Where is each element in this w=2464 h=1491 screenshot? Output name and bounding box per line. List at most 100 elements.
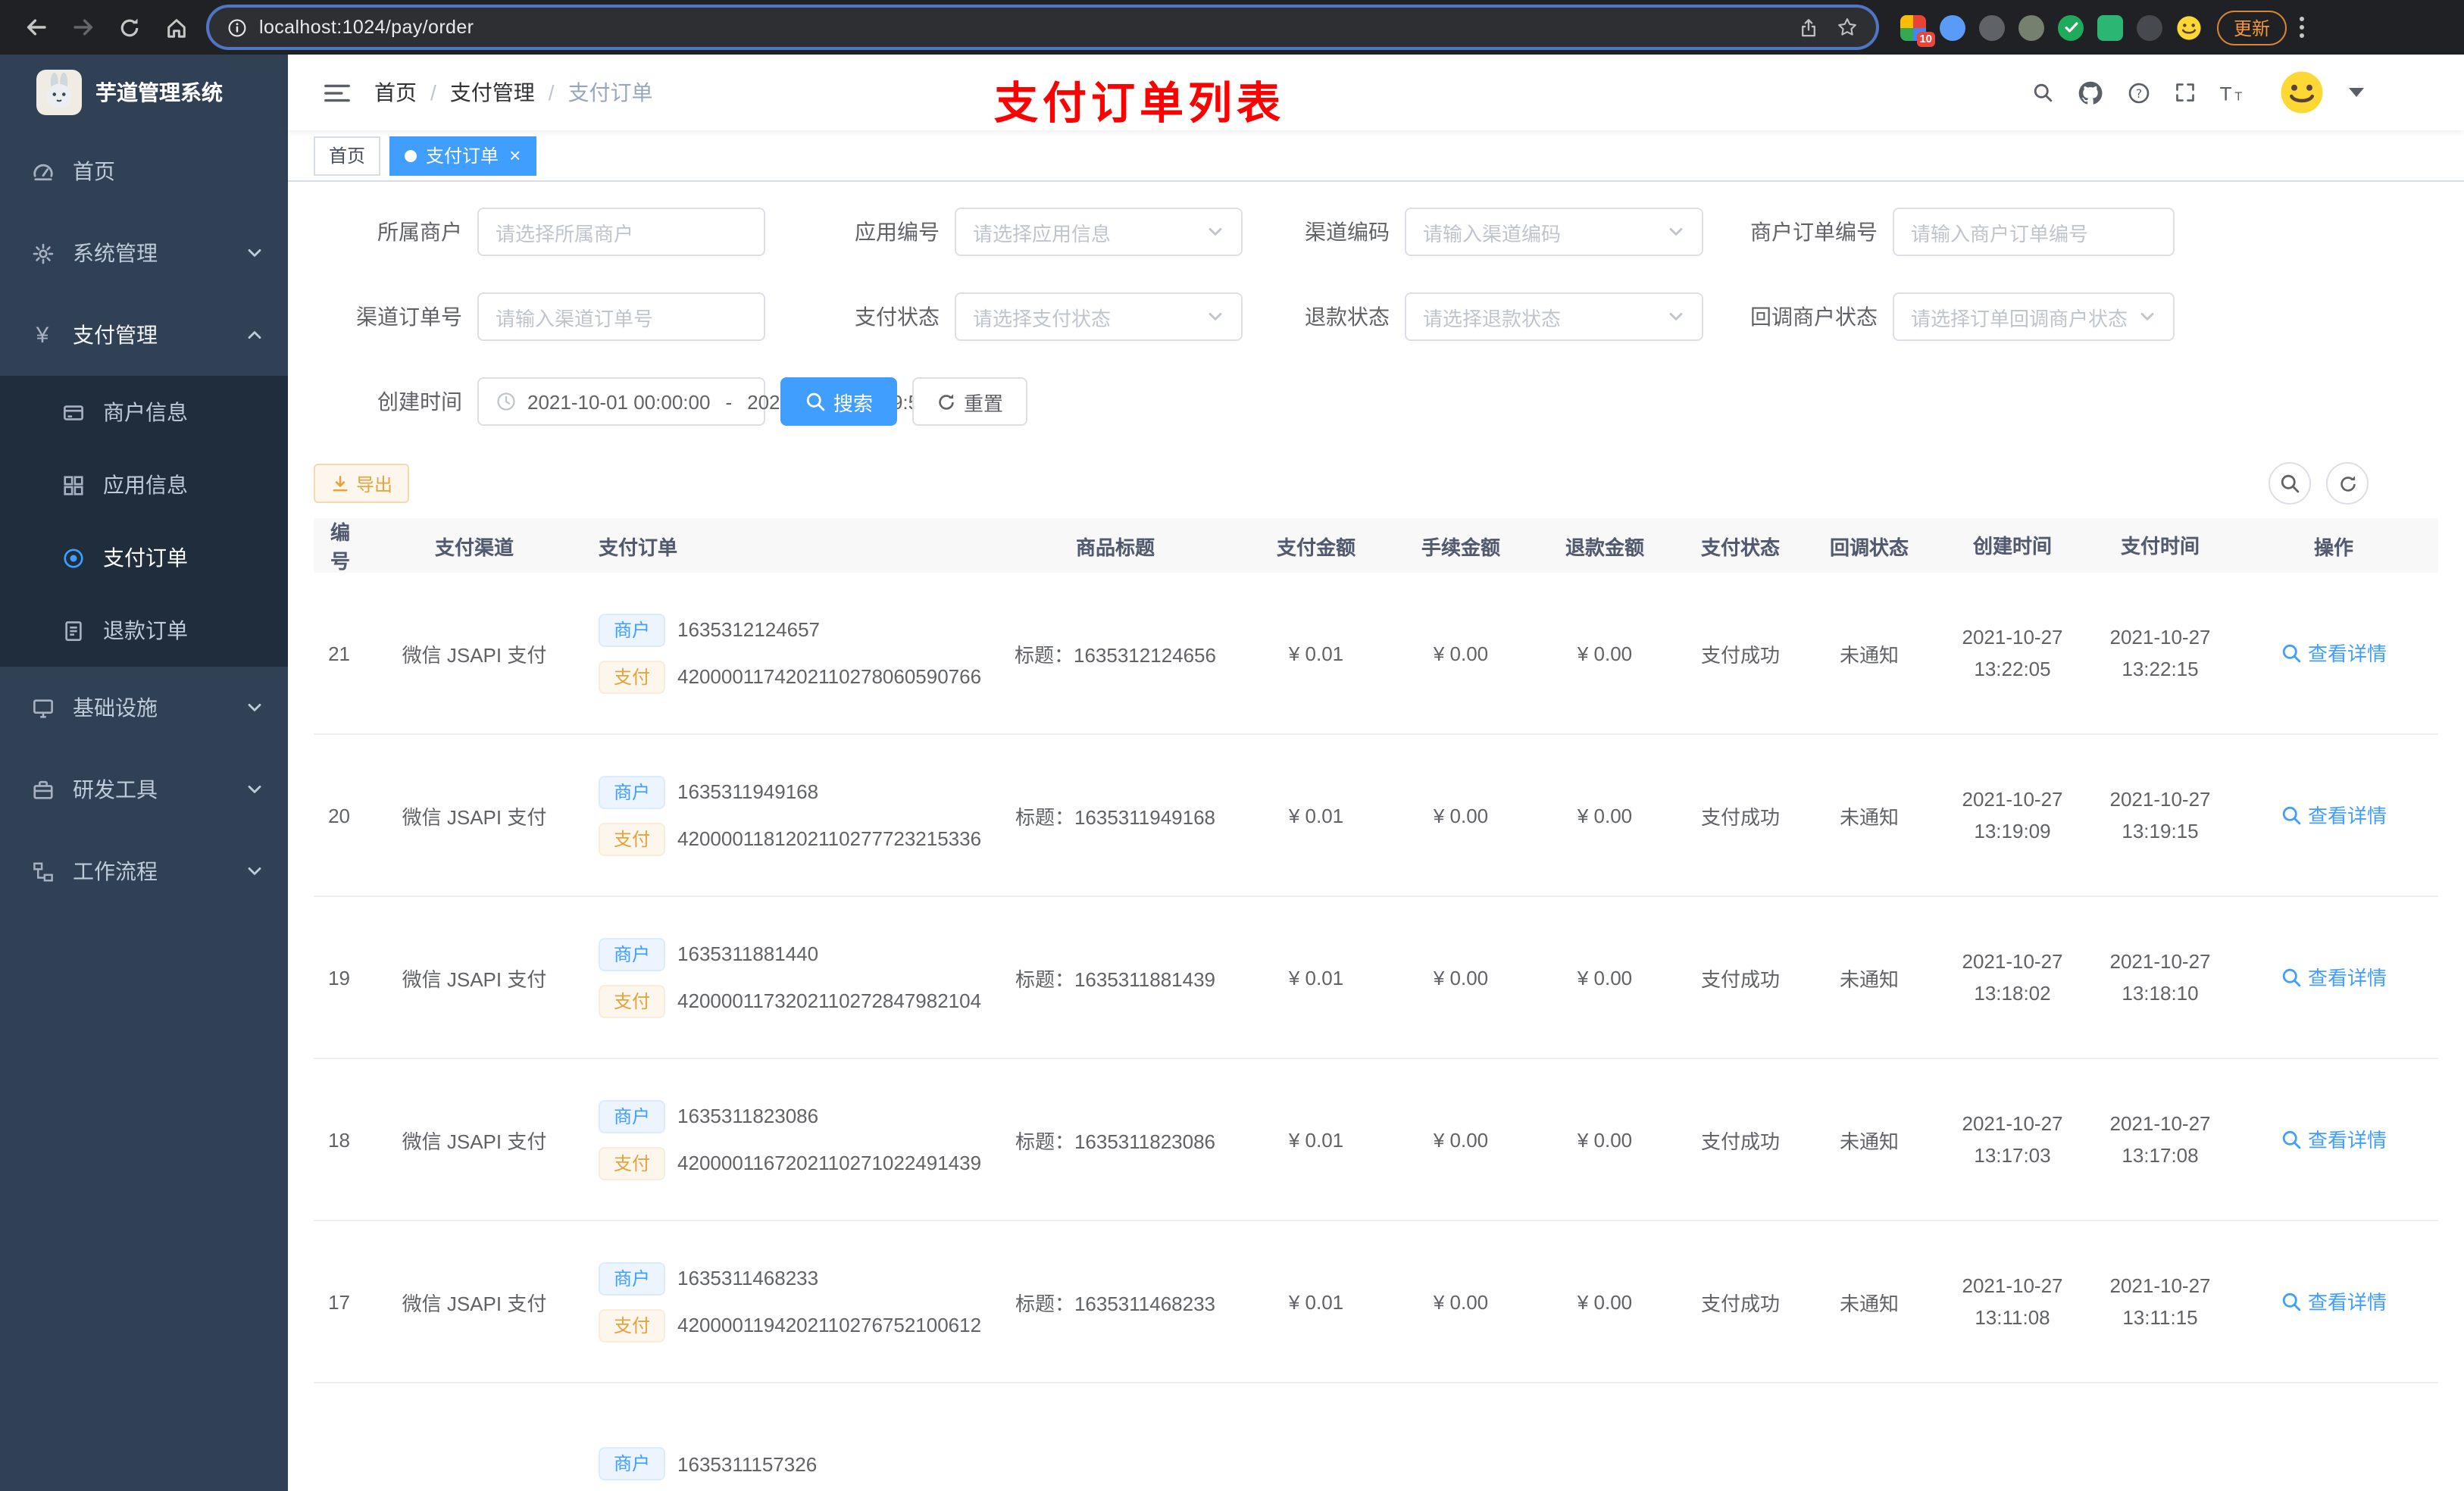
extension-dark-icon[interactable] [2137,14,2162,40]
sidebar-item-refund-order[interactable]: 退款订单 [0,594,288,667]
grid-icon [61,474,85,496]
placeholder-text: 请选择所属商户 [496,222,634,245]
address-bar[interactable]: localhost:1024/pay/order [209,8,1876,47]
reset-button[interactable]: 重置 [912,377,1028,426]
fullscreen-icon[interactable] [2175,82,2196,103]
cell-amount: ¥ 0.01 [1288,1128,1344,1151]
chevron-down-icon [245,699,264,717]
filter-field-merchant: 所属商户 请选择所属商户 [314,208,765,256]
sidebar-item-system[interactable]: 系统管理 [0,212,288,294]
search-button[interactable] [2269,462,2311,505]
cell-pay-time: 2021-10-27 13:22:15 [2091,621,2229,685]
breadcrumb-item[interactable]: 支付管理 [450,77,535,108]
site-info-icon[interactable] [227,17,247,37]
question-icon[interactable]: ? [2128,81,2150,104]
refresh-button[interactable] [2326,462,2369,505]
reload-icon[interactable] [109,7,150,48]
cell-action: 查看详情 [2229,801,2438,830]
hamburger-icon[interactable] [309,81,365,104]
view-detail-link[interactable]: 查看详情 [2281,963,2387,992]
merchant-order-no: 1635311468233 [677,1267,819,1289]
merchant-order-no-input[interactable]: 请输入商户订单编号 [1893,208,2175,256]
cell-id: 21 [328,642,350,664]
pay-tag: 支付 [599,660,666,693]
sidebar-item-pay-order[interactable]: 支付订单 [0,521,288,594]
sidebar-item-app-info[interactable]: 应用信息 [0,449,288,521]
view-detail-link[interactable]: 查看详情 [2281,639,2387,667]
extension-gray-icon[interactable] [1979,14,2005,40]
close-icon[interactable]: × [509,145,521,165]
refund-status-select[interactable]: 请选择退款状态 [1405,292,1703,341]
extension-olive-icon[interactable] [2018,14,2044,40]
tab-pay-order[interactable]: 支付订单 × [389,136,536,175]
export-button-label: 导出 [356,474,393,495]
cell-create-time: 2021-10-27 13:22:05 [1934,621,2091,685]
view-detail-link[interactable]: 查看详情 [2281,801,2387,830]
github-icon[interactable] [2078,80,2103,105]
extension-green-check-icon[interactable] [2058,14,2084,40]
create-time-range-input[interactable]: 2021-10-01 00:00:00 - 2021-10-31 23:59:5… [477,377,930,426]
pay-tag: 支付 [599,1308,666,1342]
search-icon[interactable] [2032,82,2053,103]
share-icon[interactable] [1799,17,1818,37]
sidebar-item-merchant-info[interactable]: 商户信息 [0,376,288,449]
column-header: 支付金额 [1276,536,1356,558]
tab-home[interactable]: 首页 [314,136,381,175]
caret-down-icon[interactable] [2349,88,2364,97]
cell-pay-status: 支付成功 [1700,643,1780,666]
view-detail-link[interactable]: 查看详情 [2281,1287,2387,1316]
pay-order-line: 支付 4200001181202110277723215336 [599,821,987,857]
time-line: 13:11:08 [1975,1306,2050,1329]
time-line: 2021-10-27 [1962,1112,2063,1135]
table-body: 21 微信 JSAPI 支付 商户 1635312124657 支付 4200001174… [314,573,2438,1491]
export-button[interactable]: 导出 [314,464,410,503]
merchant-input[interactable]: 请选择所属商户 [477,208,765,256]
extension-colorful-icon[interactable]: 10 [1900,14,1935,46]
chevron-down-icon [1200,308,1224,326]
sidebar-item-home[interactable]: 首页 [0,130,288,212]
pay-status-select[interactable]: 请选择支付状态 [955,292,1243,341]
cell-pay-status: 支付成功 [1700,1292,1780,1314]
pay-order-line: 支付 4200001194202110276752100612 [599,1307,987,1343]
extension-emoji-icon[interactable] [2176,14,2202,40]
update-button[interactable]: 更新 [2217,10,2287,45]
filter-label: 支付状态 [855,305,940,329]
cell-create-time: 2021-10-27 13:17:03 [1934,1108,2091,1171]
cell-create-time: 2021-10-27 13:11:08 [1934,1270,2091,1333]
sidebar-item-infra[interactable]: 基础设施 [0,667,288,749]
channel-order-no-input[interactable]: 请输入渠道订单号 [477,292,765,341]
back-icon[interactable] [15,7,56,48]
table-row: 21 微信 JSAPI 支付 商户 1635312124657 支付 4200001174… [314,573,2438,735]
breadcrumb-item[interactable]: 首页 [374,77,417,108]
sidebar-item-label: 应用信息 [103,473,188,497]
browser-menu-icon[interactable] [2299,15,2305,39]
filter-field-channel-order-no: 渠道订单号 请输入渠道订单号 [314,292,765,341]
merchant-order-line: 商户 1635311823086 [599,1098,987,1134]
view-detail-link[interactable]: 查看详情 [2281,1125,2387,1154]
sidebar-item-workflow[interactable]: 工作流程 [0,830,288,912]
sidebar-item-pay[interactable]: ¥ 支付管理 [0,294,288,376]
sidebar-item-devtools[interactable]: 研发工具 [0,749,288,830]
star-icon[interactable] [1837,17,1858,38]
avatar[interactable] [2279,70,2325,115]
cell-pay-order: 商户 1635311949168 支付 42000011812021102777232… [583,763,987,867]
extension-green-square-icon[interactable] [2097,14,2123,40]
view-detail-label: 查看详情 [2307,642,2387,666]
time-line: 13:11:15 [2122,1306,2198,1329]
pay-order-line: 支付 4200001173202110272847982104 [599,983,987,1019]
font-size-icon[interactable]: TT [2220,83,2246,102]
filter-field-channel-code: 渠道编码 请输入渠道编码 [1243,208,1703,256]
merchant-order-no: 1635311881440 [677,942,819,965]
channel-code-select[interactable]: 请输入渠道编码 [1405,208,1703,256]
home-icon[interactable] [156,7,197,48]
app-logo[interactable]: 芋道管理系统 [0,55,288,130]
search-button[interactable]: 搜索 [780,377,898,426]
extension-blue-icon[interactable] [1940,14,1965,40]
screen: localhost:1024/pay/order 10 更新 芋道管理系统 首页… [0,0,2464,1491]
merchant-order-line: 商户 1635311949168 [599,774,987,810]
notify-status-select[interactable]: 请选择订单回调商户状态 [1893,292,2175,341]
table-row: 19 微信 JSAPI 支付 商户 1635311881440 支付 4200001173… [314,897,2438,1059]
cell-amount: ¥ 0.01 [1288,804,1344,827]
chevron-down-icon [1661,308,1685,326]
app-no-select[interactable]: 请选择应用信息 [955,208,1243,256]
